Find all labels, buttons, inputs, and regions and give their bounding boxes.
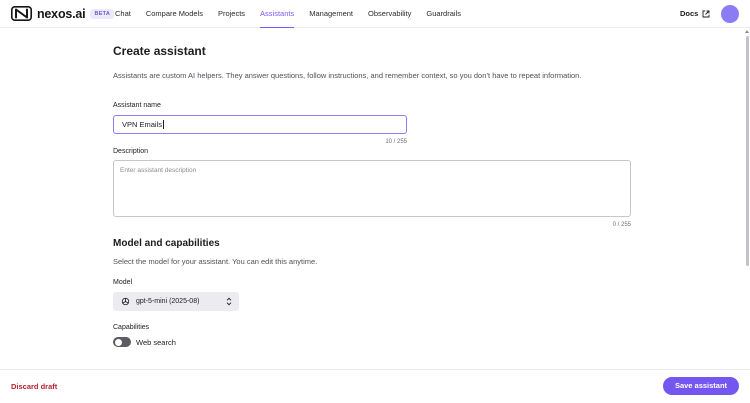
discard-draft-button[interactable]: Discard draft (11, 382, 57, 391)
scroll-thumb[interactable] (745, 36, 749, 266)
nav-management[interactable]: Management (309, 0, 353, 28)
beta-badge: BETA (90, 8, 115, 19)
save-assistant-button[interactable]: Save assistant (663, 377, 739, 395)
external-link-icon (702, 10, 710, 17)
model-section-title: Model and capabilities (113, 238, 220, 249)
openai-icon (121, 297, 130, 306)
action-footer: Discard draft Save assistant (0, 369, 750, 403)
chevron-up-down-icon (226, 297, 232, 306)
model-section-description: Select the model for your assistant. You… (113, 257, 318, 266)
page-intro: Assistants are custom AI helpers. They a… (113, 71, 582, 80)
main-nav: Chat Compare Models Projects Assistants … (115, 0, 476, 28)
model-label: Model (113, 279, 133, 286)
description-textarea[interactable]: Enter assistant description (113, 160, 631, 217)
user-avatar[interactable] (721, 5, 739, 23)
description-counter: 0 / 255 (612, 222, 631, 228)
page-title: Create assistant (113, 44, 206, 58)
text-caret (162, 120, 164, 129)
assistant-name-counter: 10 / 255 (385, 139, 407, 145)
docs-link[interactable]: Docs (680, 9, 710, 18)
model-select-value: gpt-5-mini (2025-08) (136, 298, 200, 305)
nexos-logo-icon (11, 6, 32, 21)
description-placeholder: Enter assistant description (120, 167, 197, 174)
assistant-name-value: VPN Emails (122, 120, 163, 129)
web-search-toggle[interactable] (113, 337, 131, 347)
web-search-label: Web search (136, 338, 176, 347)
assistant-name-input[interactable]: VPN Emails (113, 115, 407, 134)
toggle-knob (114, 338, 122, 346)
capabilities-label: Capabilities (113, 324, 150, 331)
nav-observability[interactable]: Observability (368, 0, 411, 28)
docs-label: Docs (680, 9, 699, 18)
page-scrollbar[interactable] (744, 29, 750, 369)
nav-assistants[interactable]: Assistants (260, 0, 295, 28)
nav-chat[interactable]: Chat (115, 0, 131, 28)
nav-guardrails[interactable]: Guardrails (426, 0, 461, 28)
model-select[interactable]: gpt-5-mini (2025-08) (113, 292, 239, 311)
top-nav-bar: nexos.ai BETA Chat Compare Models Projec… (0, 0, 750, 28)
brand-name: nexos.ai (37, 6, 86, 21)
nav-compare-models[interactable]: Compare Models (146, 0, 203, 28)
scroll-up-arrow-icon[interactable] (745, 30, 749, 33)
description-label: Description (113, 148, 149, 155)
nav-projects[interactable]: Projects (218, 0, 245, 28)
logo[interactable]: nexos.ai BETA (11, 6, 115, 21)
assistant-name-label: Assistant name (113, 102, 161, 109)
